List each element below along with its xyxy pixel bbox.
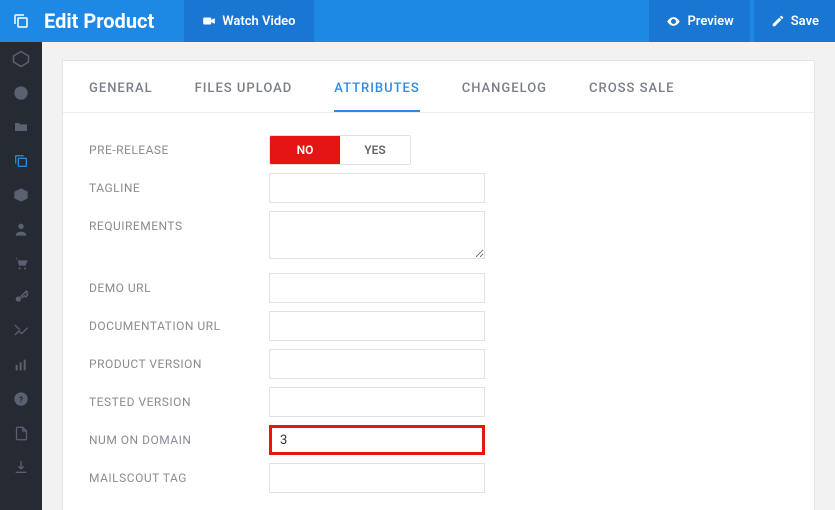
form-area: PRE-RELEASE NO YES TAGLINE REQUIREMENTS … bbox=[63, 113, 814, 510]
eye-icon bbox=[666, 14, 681, 29]
watch-video-label: Watch Video bbox=[222, 14, 295, 29]
row-mailscout-tag: MAILSCOUT TAG bbox=[63, 463, 814, 493]
tab-files-upload[interactable]: FILES UPLOAD bbox=[195, 81, 293, 112]
save-button[interactable]: Save bbox=[754, 0, 835, 42]
row-demo-url: DEMO URL bbox=[63, 273, 814, 303]
row-tested-version: TESTED VERSION bbox=[63, 387, 814, 417]
sidebar-item-download[interactable] bbox=[0, 450, 42, 484]
label-num-on-domain: NUM ON DOMAIN bbox=[89, 425, 269, 447]
copy-icon bbox=[0, 0, 42, 42]
row-documentation-url: DOCUMENTATION URL bbox=[63, 311, 814, 341]
input-demo-url[interactable] bbox=[269, 273, 485, 303]
video-icon bbox=[202, 14, 216, 28]
input-tagline[interactable] bbox=[269, 173, 485, 203]
save-label: Save bbox=[791, 14, 819, 29]
row-pre-release: PRE-RELEASE NO YES bbox=[63, 135, 814, 165]
watch-video-button[interactable]: Watch Video bbox=[184, 0, 313, 42]
label-demo-url: DEMO URL bbox=[89, 273, 269, 295]
sidebar-item-cart[interactable] bbox=[0, 246, 42, 280]
sidebar-item-user[interactable] bbox=[0, 212, 42, 246]
label-mailscout-tag: MAILSCOUT TAG bbox=[89, 463, 269, 485]
edit-icon bbox=[771, 14, 785, 28]
input-product-version[interactable] bbox=[269, 349, 485, 379]
page-title: Edit Product bbox=[42, 9, 184, 33]
sidebar-item-products[interactable] bbox=[0, 144, 42, 178]
preview-button[interactable]: Preview bbox=[649, 0, 749, 42]
row-requirements: REQUIREMENTS bbox=[63, 211, 814, 259]
sidebar-item-tools[interactable] bbox=[0, 314, 42, 348]
row-tagline: TAGLINE bbox=[63, 173, 814, 203]
card: GENERAL FILES UPLOAD ATTRIBUTES CHANGELO… bbox=[62, 60, 815, 510]
sidebar-item-key[interactable] bbox=[0, 280, 42, 314]
input-mailscout-tag[interactable] bbox=[269, 463, 485, 493]
sidebar-item-folder[interactable] bbox=[0, 110, 42, 144]
input-documentation-url[interactable] bbox=[269, 311, 485, 341]
tab-attributes[interactable]: ATTRIBUTES bbox=[334, 81, 419, 112]
header: Edit Product Watch Video Preview Save bbox=[0, 0, 835, 42]
label-tested-version: TESTED VERSION bbox=[89, 387, 269, 409]
input-num-on-domain[interactable] bbox=[269, 425, 485, 455]
label-product-version: PRODUCT VERSION bbox=[89, 349, 269, 371]
tab-cross-sale[interactable]: CROSS SALE bbox=[589, 81, 674, 112]
pre-release-no[interactable]: NO bbox=[270, 136, 340, 164]
sidebar-item-dashboard[interactable] bbox=[0, 76, 42, 110]
tabs: GENERAL FILES UPLOAD ATTRIBUTES CHANGELO… bbox=[63, 61, 814, 113]
pre-release-toggle: NO YES bbox=[269, 135, 411, 165]
sidebar-item-help[interactable]: ? bbox=[0, 382, 42, 416]
sidebar: ? bbox=[0, 42, 42, 510]
label-tagline: TAGLINE bbox=[89, 173, 269, 195]
input-tested-version[interactable] bbox=[269, 387, 485, 417]
sidebar-item-box[interactable] bbox=[0, 178, 42, 212]
svg-text:?: ? bbox=[19, 395, 23, 405]
tab-changelog[interactable]: CHANGELOG bbox=[462, 81, 547, 112]
pre-release-yes[interactable]: YES bbox=[340, 136, 410, 164]
tab-general[interactable]: GENERAL bbox=[89, 81, 153, 112]
row-num-on-domain: NUM ON DOMAIN bbox=[63, 425, 814, 455]
sidebar-item-chart[interactable] bbox=[0, 348, 42, 382]
label-pre-release: PRE-RELEASE bbox=[89, 135, 269, 157]
body-row: ? GENERAL FILES UPLOAD ATTRIBUTES CHANGE… bbox=[0, 42, 835, 510]
label-documentation-url: DOCUMENTATION URL bbox=[89, 311, 269, 333]
input-requirements[interactable] bbox=[269, 211, 485, 259]
preview-label: Preview bbox=[687, 14, 733, 29]
row-product-version: PRODUCT VERSION bbox=[63, 349, 814, 379]
sidebar-item-page[interactable] bbox=[0, 416, 42, 450]
main: GENERAL FILES UPLOAD ATTRIBUTES CHANGELO… bbox=[42, 42, 835, 510]
label-requirements: REQUIREMENTS bbox=[89, 211, 269, 233]
sidebar-item-logo[interactable] bbox=[0, 42, 42, 76]
